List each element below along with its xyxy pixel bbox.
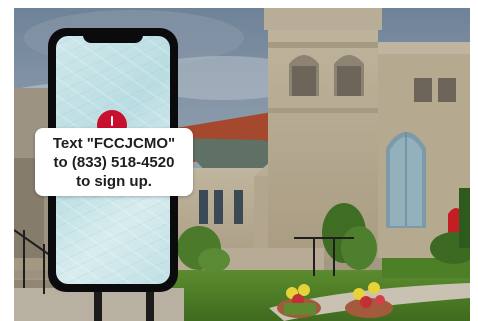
phone-notch xyxy=(83,34,143,43)
caption-line-3: to sign up. xyxy=(76,172,152,190)
signup-caption: Text "FCCJCMO" to (833) 518-4520 to sign… xyxy=(35,128,193,196)
caption-line-2: to (833) 518-4520 xyxy=(53,153,175,171)
caption-line-1: Text "FCCJCMO" xyxy=(52,134,176,152)
promo-image: Text "FCCJCMO" to (833) 518-4520 to sign… xyxy=(0,0,478,321)
